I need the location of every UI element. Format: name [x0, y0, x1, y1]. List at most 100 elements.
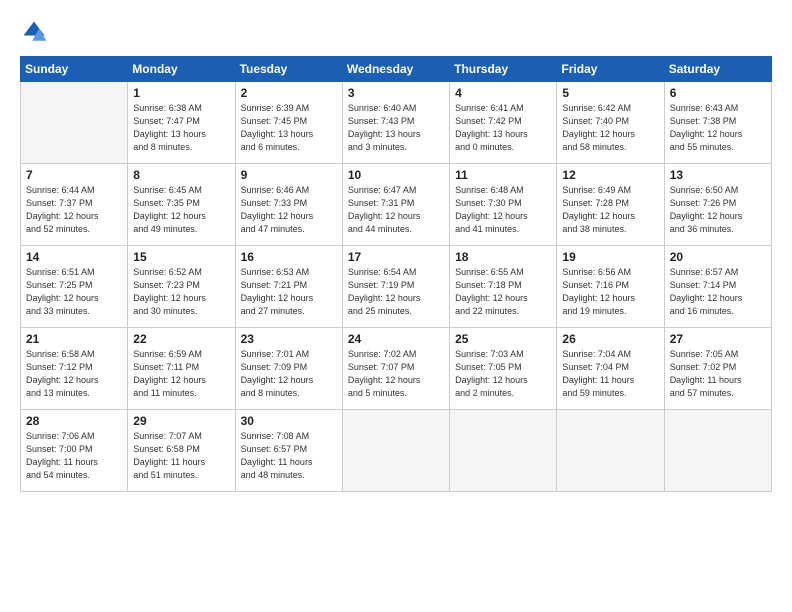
day-number: 27 — [670, 332, 766, 346]
day-detail: Sunrise: 7:06 AM Sunset: 7:00 PM Dayligh… — [26, 430, 122, 482]
day-cell: 20 Sunrise: 6:57 AM Sunset: 7:14 PM Dayli… — [664, 246, 771, 328]
day-cell: 6 Sunrise: 6:43 AM Sunset: 7:38 PM Daylig… — [664, 82, 771, 164]
day-detail: Sunrise: 7:04 AM Sunset: 7:04 PM Dayligh… — [562, 348, 658, 400]
day-detail: Sunrise: 7:02 AM Sunset: 7:07 PM Dayligh… — [348, 348, 444, 400]
day-number: 2 — [241, 86, 337, 100]
day-detail: Sunrise: 6:43 AM Sunset: 7:38 PM Dayligh… — [670, 102, 766, 154]
day-detail: Sunrise: 6:57 AM Sunset: 7:14 PM Dayligh… — [670, 266, 766, 318]
day-number: 1 — [133, 86, 229, 100]
day-cell — [342, 410, 449, 492]
day-number: 16 — [241, 250, 337, 264]
day-detail: Sunrise: 6:58 AM Sunset: 7:12 PM Dayligh… — [26, 348, 122, 400]
day-cell: 24 Sunrise: 7:02 AM Sunset: 7:07 PM Dayli… — [342, 328, 449, 410]
day-detail: Sunrise: 6:45 AM Sunset: 7:35 PM Dayligh… — [133, 184, 229, 236]
week-row-2: 7 Sunrise: 6:44 AM Sunset: 7:37 PM Daylig… — [21, 164, 772, 246]
day-detail: Sunrise: 6:44 AM Sunset: 7:37 PM Dayligh… — [26, 184, 122, 236]
day-detail: Sunrise: 6:55 AM Sunset: 7:18 PM Dayligh… — [455, 266, 551, 318]
day-number: 22 — [133, 332, 229, 346]
col-header-saturday: Saturday — [664, 57, 771, 82]
day-number: 4 — [455, 86, 551, 100]
week-row-1: 1 Sunrise: 6:38 AM Sunset: 7:47 PM Daylig… — [21, 82, 772, 164]
day-number: 8 — [133, 168, 229, 182]
day-cell: 15Sunrise: 6:52 AM Sunset: 7:23 PM Dayli… — [128, 246, 235, 328]
col-header-wednesday: Wednesday — [342, 57, 449, 82]
day-number: 17 — [348, 250, 444, 264]
day-number: 6 — [670, 86, 766, 100]
day-cell: 8 Sunrise: 6:45 AM Sunset: 7:35 PM Daylig… — [128, 164, 235, 246]
day-number: 13 — [670, 168, 766, 182]
col-header-sunday: Sunday — [21, 57, 128, 82]
week-row-5: 28 Sunrise: 7:06 AM Sunset: 7:00 PM Dayli… — [21, 410, 772, 492]
day-detail: Sunrise: 6:41 AM Sunset: 7:42 PM Dayligh… — [455, 102, 551, 154]
day-detail: Sunrise: 6:47 AM Sunset: 7:31 PM Dayligh… — [348, 184, 444, 236]
col-header-thursday: Thursday — [450, 57, 557, 82]
day-cell: 18Sunrise: 6:55 AM Sunset: 7:18 PM Dayli… — [450, 246, 557, 328]
day-detail: Sunrise: 6:53 AM Sunset: 7:21 PM Dayligh… — [241, 266, 337, 318]
day-cell: 17 Sunrise: 6:54 AM Sunset: 7:19 PM Dayli… — [342, 246, 449, 328]
day-cell — [664, 410, 771, 492]
day-number: 28 — [26, 414, 122, 428]
day-cell — [450, 410, 557, 492]
col-header-monday: Monday — [128, 57, 235, 82]
day-cell: 27 Sunrise: 7:05 AM Sunset: 7:02 PM Dayli… — [664, 328, 771, 410]
day-number: 14 — [26, 250, 122, 264]
day-detail: Sunrise: 6:38 AM Sunset: 7:47 PM Dayligh… — [133, 102, 229, 154]
day-detail: Sunrise: 6:59 AM Sunset: 7:11 PM Dayligh… — [133, 348, 229, 400]
week-row-3: 14 Sunrise: 6:51 AM Sunset: 7:25 PM Dayli… — [21, 246, 772, 328]
day-cell: 11Sunrise: 6:48 AM Sunset: 7:30 PM Dayli… — [450, 164, 557, 246]
day-cell: 30 Sunrise: 7:08 AM Sunset: 6:57 PM Dayli… — [235, 410, 342, 492]
day-number: 15 — [133, 250, 229, 264]
calendar-page: SundayMondayTuesdayWednesdayThursdayFrid… — [0, 0, 792, 612]
day-detail: Sunrise: 6:48 AM Sunset: 7:30 PM Dayligh… — [455, 184, 551, 236]
day-cell: 10 Sunrise: 6:47 AM Sunset: 7:31 PM Dayli… — [342, 164, 449, 246]
header — [20, 18, 772, 46]
day-detail: Sunrise: 6:42 AM Sunset: 7:40 PM Dayligh… — [562, 102, 658, 154]
day-number: 30 — [241, 414, 337, 428]
day-detail: Sunrise: 7:05 AM Sunset: 7:02 PM Dayligh… — [670, 348, 766, 400]
day-cell: 25 Sunrise: 7:03 AM Sunset: 7:05 PM Dayli… — [450, 328, 557, 410]
day-cell: 21 Sunrise: 6:58 AM Sunset: 7:12 PM Dayli… — [21, 328, 128, 410]
day-detail: Sunrise: 6:54 AM Sunset: 7:19 PM Dayligh… — [348, 266, 444, 318]
day-cell: 16 Sunrise: 6:53 AM Sunset: 7:21 PM Dayli… — [235, 246, 342, 328]
day-number: 26 — [562, 332, 658, 346]
day-number: 7 — [26, 168, 122, 182]
day-detail: Sunrise: 6:56 AM Sunset: 7:16 PM Dayligh… — [562, 266, 658, 318]
day-detail: Sunrise: 6:49 AM Sunset: 7:28 PM Dayligh… — [562, 184, 658, 236]
col-header-tuesday: Tuesday — [235, 57, 342, 82]
day-number: 3 — [348, 86, 444, 100]
day-cell: 13 Sunrise: 6:50 AM Sunset: 7:26 PM Dayli… — [664, 164, 771, 246]
day-cell: 4 Sunrise: 6:41 AM Sunset: 7:42 PM Daylig… — [450, 82, 557, 164]
day-cell: 2 Sunrise: 6:39 AM Sunset: 7:45 PM Daylig… — [235, 82, 342, 164]
col-header-friday: Friday — [557, 57, 664, 82]
day-cell: 22 Sunrise: 6:59 AM Sunset: 7:11 PM Dayli… — [128, 328, 235, 410]
day-detail: Sunrise: 6:39 AM Sunset: 7:45 PM Dayligh… — [241, 102, 337, 154]
day-cell: 29 Sunrise: 7:07 AM Sunset: 6:58 PM Dayli… — [128, 410, 235, 492]
day-number: 5 — [562, 86, 658, 100]
day-number: 12 — [562, 168, 658, 182]
day-cell: 19 Sunrise: 6:56 AM Sunset: 7:16 PM Dayli… — [557, 246, 664, 328]
day-detail: Sunrise: 6:50 AM Sunset: 7:26 PM Dayligh… — [670, 184, 766, 236]
day-detail: Sunrise: 7:01 AM Sunset: 7:09 PM Dayligh… — [241, 348, 337, 400]
day-detail: Sunrise: 6:46 AM Sunset: 7:33 PM Dayligh… — [241, 184, 337, 236]
day-detail: Sunrise: 7:08 AM Sunset: 6:57 PM Dayligh… — [241, 430, 337, 482]
day-number: 29 — [133, 414, 229, 428]
day-cell: 7 Sunrise: 6:44 AM Sunset: 7:37 PM Daylig… — [21, 164, 128, 246]
day-cell: 23 Sunrise: 7:01 AM Sunset: 7:09 PM Dayli… — [235, 328, 342, 410]
day-cell: 3 Sunrise: 6:40 AM Sunset: 7:43 PM Daylig… — [342, 82, 449, 164]
day-cell: 28 Sunrise: 7:06 AM Sunset: 7:00 PM Dayli… — [21, 410, 128, 492]
day-number: 23 — [241, 332, 337, 346]
day-detail: Sunrise: 6:51 AM Sunset: 7:25 PM Dayligh… — [26, 266, 122, 318]
day-cell: 12 Sunrise: 6:49 AM Sunset: 7:28 PM Dayli… — [557, 164, 664, 246]
day-number: 24 — [348, 332, 444, 346]
day-number: 9 — [241, 168, 337, 182]
day-number: 19 — [562, 250, 658, 264]
day-number: 20 — [670, 250, 766, 264]
day-detail: Sunrise: 6:40 AM Sunset: 7:43 PM Dayligh… — [348, 102, 444, 154]
day-number: 25 — [455, 332, 551, 346]
day-cell: 9 Sunrise: 6:46 AM Sunset: 7:33 PM Daylig… — [235, 164, 342, 246]
logo-icon — [20, 18, 48, 46]
day-detail: Sunrise: 7:03 AM Sunset: 7:05 PM Dayligh… — [455, 348, 551, 400]
day-number: 21 — [26, 332, 122, 346]
day-detail: Sunrise: 7:07 AM Sunset: 6:58 PM Dayligh… — [133, 430, 229, 482]
day-number: 10 — [348, 168, 444, 182]
